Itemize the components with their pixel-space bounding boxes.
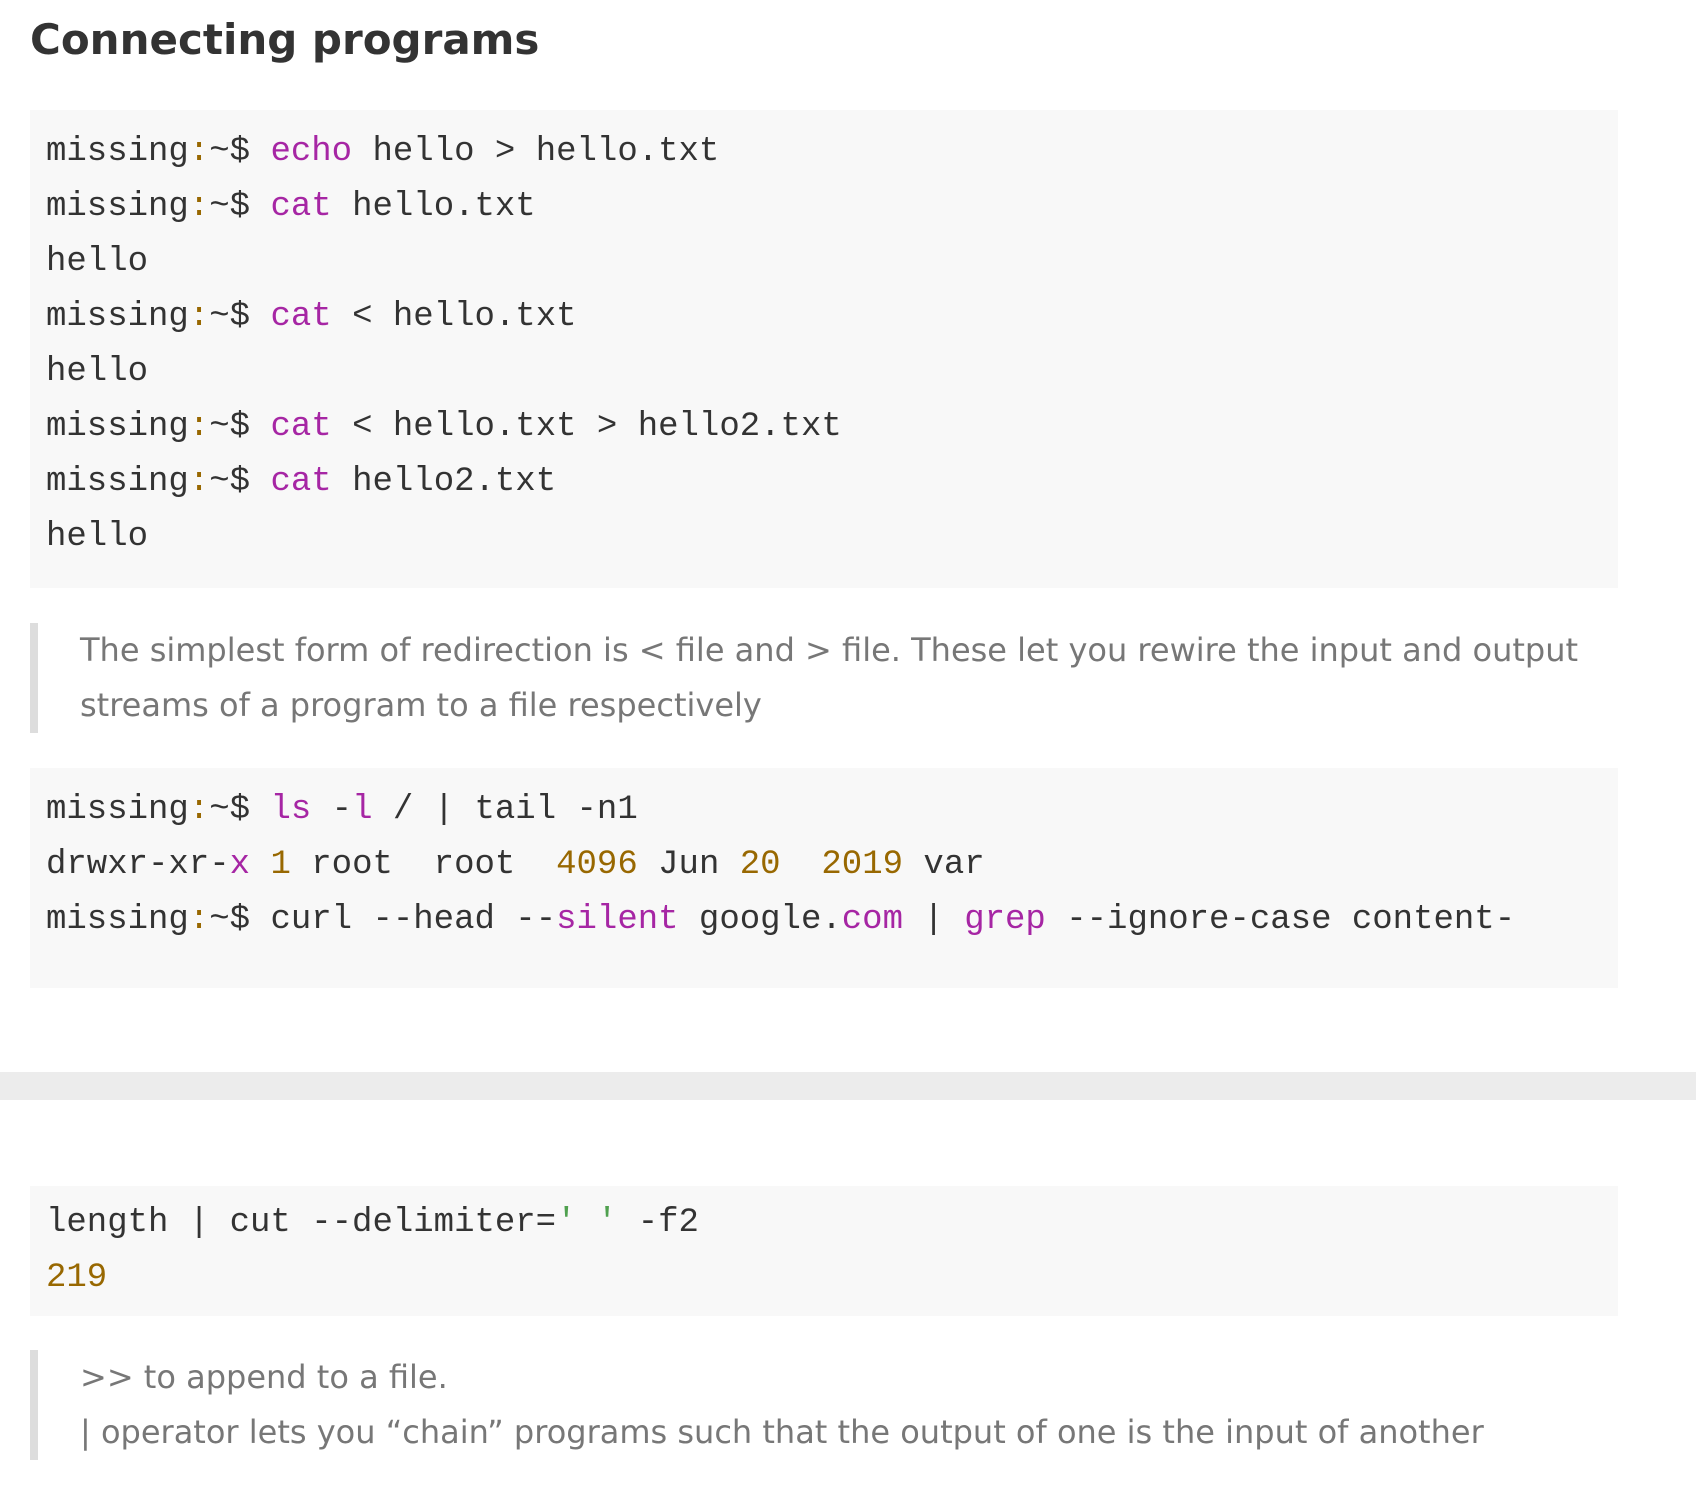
file-name: var (903, 846, 985, 884)
prompt-path: ~$ (209, 408, 271, 446)
permissions: drwxr-xr- (46, 846, 230, 884)
prompt-separator: : (188, 901, 210, 939)
quote-line: >> to append to a file. (80, 1358, 448, 1396)
pipe-operator: | (902, 901, 965, 939)
command-args: --ignore-case content- (1045, 901, 1516, 939)
command-keyword: cat (270, 188, 332, 226)
code-line: length | cut --delimiter=' ' -f2 (46, 1196, 1602, 1251)
string-literal: ' ' (556, 1204, 618, 1242)
date-month: Jun (637, 846, 740, 884)
prompt-separator: : (188, 133, 210, 171)
prompt-host: missing (46, 463, 189, 501)
code-line: missing:~$ cat < hello.txt (46, 290, 1602, 345)
prompt-host: missing (46, 901, 189, 939)
prompt-separator: : (188, 408, 210, 446)
code-block-pipes: missing:~$ ls -l / | tail -n1 drwxr-xr-x… (30, 768, 1618, 988)
prompt-host: missing (46, 298, 189, 336)
code-output-number: 219 (46, 1259, 108, 1297)
prompt-path: ~$ (209, 791, 271, 829)
command-args: hello > hello.txt (352, 133, 720, 171)
link-count: 1 (270, 846, 291, 884)
blockquote-redirection-note: The simplest form of redirection is < fi… (30, 623, 1618, 733)
code-output-line: hello (46, 353, 149, 391)
command-args: / | tail -n1 (372, 791, 638, 829)
prompt-path: ~$ (209, 901, 271, 939)
command-args: -f2 (617, 1204, 699, 1242)
owner-group: root root (290, 846, 557, 884)
code-block-cut: length | cut --delimiter=' ' -f2 219 (30, 1186, 1618, 1316)
quote-line: | operator lets you “chain” programs suc… (80, 1413, 1484, 1451)
code-line: missing:~$ cat hello2.txt (46, 455, 1602, 510)
prompt-separator: : (188, 188, 210, 226)
prompt-separator: : (188, 791, 210, 829)
code-output-line: drwxr-xr-x 1 root root 4096 Jun 20 2019 … (46, 838, 1602, 893)
code-line: missing:~$ ls -l / | tail -n1 (46, 783, 1602, 838)
file-size: 4096 (556, 846, 638, 884)
code-output-line: hello (46, 518, 149, 556)
host-tld: com (841, 901, 903, 939)
code-output-line: hello (46, 243, 149, 281)
quote-line: The simplest form of redirection is < fi… (80, 631, 1579, 669)
command-keyword: ls (270, 791, 312, 829)
flag-letter: l (352, 791, 373, 829)
flag-dash: - (311, 791, 353, 829)
command-keyword: cat (270, 463, 332, 501)
prompt-host: missing (46, 188, 189, 226)
date-year: 2019 (821, 846, 904, 884)
section-divider (0, 1072, 1696, 1100)
prompt-path: ~$ (209, 463, 271, 501)
command-keyword: grep (964, 901, 1046, 939)
code-line: missing:~$ curl --head --silent google.c… (46, 893, 1602, 948)
code-line: missing:~$ cat < hello.txt > hello2.txt (46, 400, 1602, 455)
command-keyword: cat (270, 298, 332, 336)
code-block-redirection: missing:~$ echo hello > hello.txt missin… (30, 110, 1618, 588)
command-keyword: cat (270, 408, 332, 446)
prompt-separator: : (188, 463, 210, 501)
command-args: < hello.txt > hello2.txt (331, 408, 842, 446)
quote-line: streams of a program to a file respectiv… (80, 686, 762, 724)
command-args: hello.txt (331, 188, 536, 226)
command-args: hello2.txt (331, 463, 557, 501)
page-title: Connecting programs (30, 15, 540, 64)
blockquote-pipe-note: >> to append to a file. | operator lets … (30, 1350, 1618, 1460)
command-args: < hello.txt (331, 298, 577, 336)
prompt-host: missing (46, 408, 189, 446)
prompt-path: ~$ (209, 298, 271, 336)
host-name: google. (678, 901, 842, 939)
permission-exec: x (229, 846, 251, 884)
command-args: curl --head -- (270, 901, 557, 939)
prompt-host: missing (46, 133, 189, 171)
prompt-host: missing (46, 791, 189, 829)
command-args: length | cut --delimiter= (46, 1204, 557, 1242)
prompt-path: ~$ (209, 133, 271, 171)
flag-keyword: silent (556, 901, 679, 939)
command-keyword: echo (270, 133, 353, 171)
date-day: 20 (739, 846, 781, 884)
prompt-path: ~$ (209, 188, 271, 226)
code-line: missing:~$ echo hello > hello.txt (46, 125, 1602, 180)
prompt-separator: : (188, 298, 210, 336)
code-line: missing:~$ cat hello.txt (46, 180, 1602, 235)
